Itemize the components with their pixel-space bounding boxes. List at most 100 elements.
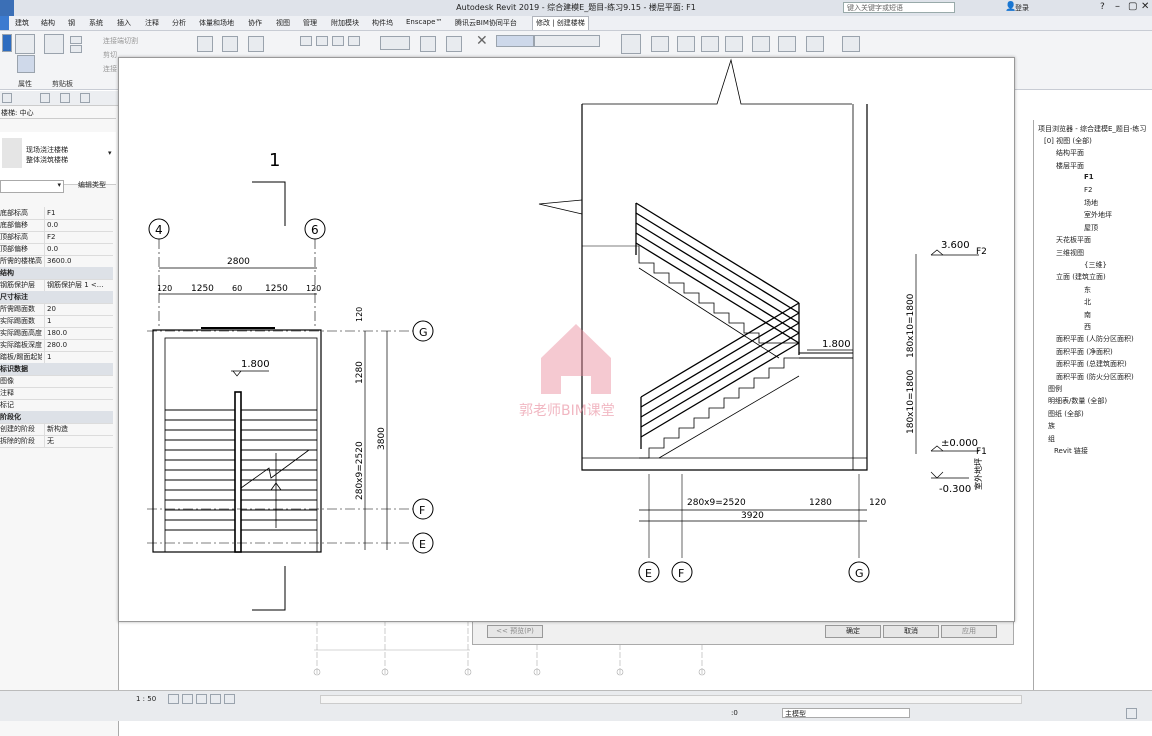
stair-3d-icon[interactable] bbox=[842, 36, 860, 52]
search-input[interactable]: 键入关键字或短语 bbox=[843, 2, 955, 13]
stair-landing-icon[interactable] bbox=[651, 36, 669, 52]
tab-systems[interactable]: 系统 bbox=[89, 18, 103, 28]
tab-analyze[interactable]: 分析 bbox=[172, 18, 186, 28]
browser-item[interactable]: 族 bbox=[1048, 421, 1055, 431]
detail-level-icon[interactable] bbox=[168, 694, 179, 704]
browser-item[interactable]: 北 bbox=[1084, 297, 1091, 307]
browser-item[interactable]: 面积平面 (人防分区面积) bbox=[1056, 334, 1134, 344]
browser-item[interactable]: 面积平面 (总建筑面积) bbox=[1056, 359, 1127, 369]
cut-icon[interactable] bbox=[70, 36, 82, 44]
filter-icon[interactable] bbox=[1126, 708, 1137, 719]
select-icon[interactable] bbox=[17, 55, 35, 73]
browser-item[interactable]: 室外地坪 bbox=[1084, 210, 1112, 220]
stair-support-icon[interactable] bbox=[677, 36, 695, 52]
browser-item[interactable]: 明细表/数量 (全部) bbox=[1048, 396, 1107, 406]
pin-icon[interactable] bbox=[420, 36, 436, 52]
property-value[interactable]: 180.0 bbox=[44, 327, 112, 339]
print-icon[interactable] bbox=[80, 93, 90, 103]
browser-item[interactable]: 天花板平面 bbox=[1056, 235, 1091, 245]
browser-item[interactable]: {三维} bbox=[1084, 260, 1107, 270]
tab-manage[interactable]: 管理 bbox=[303, 18, 317, 28]
redo-icon[interactable] bbox=[60, 93, 70, 103]
apply-dialog-button[interactable]: 应用 bbox=[941, 625, 997, 638]
property-value[interactable]: 0.0 bbox=[44, 219, 112, 231]
property-value[interactable]: F1 bbox=[44, 207, 112, 219]
tab-annotate[interactable]: 注释 bbox=[145, 18, 159, 28]
property-value[interactable]: 20 bbox=[44, 303, 112, 315]
tab-tencent[interactable]: 腾讯云BIM协同平台 bbox=[455, 18, 517, 28]
property-value[interactable]: 0.0 bbox=[44, 243, 112, 255]
move-icon[interactable] bbox=[300, 36, 312, 46]
tab-massing[interactable]: 体量和场地 bbox=[199, 18, 234, 28]
edit-sketch-icon[interactable] bbox=[778, 36, 796, 52]
tab-modify-create-stair[interactable]: 修改 | 创建楼梯 bbox=[532, 16, 589, 30]
tab-component[interactable]: 构件坞 bbox=[372, 18, 393, 28]
type-selector[interactable]: 现场浇注楼梯 整体浇筑楼梯 ▾ bbox=[0, 132, 116, 185]
browser-item[interactable]: 面积平面 (防火分区面积) bbox=[1056, 372, 1134, 382]
minimize-button[interactable]: – bbox=[1115, 1, 1120, 13]
type-filter-row[interactable]: 楼梯: 中心 bbox=[0, 108, 116, 119]
chevron-down-icon[interactable]: ▾ bbox=[108, 149, 112, 157]
instance-dropdown[interactable]: ▾ bbox=[0, 180, 64, 193]
browser-item[interactable]: 结构平面 bbox=[1056, 148, 1084, 158]
property-value[interactable]: 280.0 bbox=[44, 339, 112, 351]
measure-icon[interactable] bbox=[534, 35, 600, 47]
browser-item[interactable]: F1 bbox=[1084, 173, 1094, 181]
copy-icon[interactable] bbox=[316, 36, 328, 46]
open-icon[interactable] bbox=[2, 93, 12, 103]
rotate-icon[interactable] bbox=[332, 36, 344, 46]
view-scale[interactable]: 1 : 50 bbox=[136, 695, 156, 703]
join-icon[interactable] bbox=[70, 45, 82, 53]
sun-path-icon[interactable] bbox=[196, 694, 207, 704]
tab-architecture[interactable]: 建筑 bbox=[15, 18, 29, 28]
crop-icon[interactable] bbox=[224, 694, 235, 704]
unpin-icon[interactable] bbox=[446, 36, 462, 52]
work-plane-icon[interactable] bbox=[806, 36, 824, 52]
visual-style-icon[interactable] bbox=[182, 694, 193, 704]
tab-view[interactable]: 视图 bbox=[276, 18, 290, 28]
browser-item[interactable]: 南 bbox=[1084, 310, 1091, 320]
scale-icon[interactable] bbox=[380, 36, 410, 50]
property-row[interactable]: 拆除的阶段 无 bbox=[0, 435, 113, 448]
property-value[interactable]: 1 bbox=[44, 315, 112, 327]
join-label[interactable]: 连接 bbox=[103, 64, 117, 74]
horizontal-scrollbar[interactable] bbox=[320, 695, 1022, 704]
browser-item[interactable]: 西 bbox=[1084, 322, 1091, 332]
browser-item[interactable]: [0] 视图 (全部) bbox=[1044, 136, 1092, 146]
edit-type-button[interactable]: 编辑类型 bbox=[66, 180, 114, 191]
cope-label[interactable]: 连接端切割 bbox=[103, 36, 138, 46]
login-link[interactable]: 登录 bbox=[1015, 3, 1029, 13]
browser-item[interactable]: 三维视图 bbox=[1056, 248, 1084, 258]
model-dropdown[interactable]: 主模型 bbox=[782, 708, 910, 718]
property-value[interactable]: F2 bbox=[44, 231, 112, 243]
tab-addins[interactable]: 附加模块 bbox=[331, 18, 359, 28]
ok-button[interactable]: 确定 bbox=[825, 625, 881, 638]
tab-structure[interactable]: 结构 bbox=[41, 18, 55, 28]
stair-run-icon[interactable] bbox=[621, 34, 641, 54]
browser-item[interactable]: 楼层平面 bbox=[1056, 161, 1084, 171]
property-value[interactable]: 无 bbox=[44, 435, 112, 447]
cut-label[interactable]: 剪切 bbox=[103, 50, 117, 60]
convert-icon[interactable] bbox=[752, 36, 770, 52]
flip-icon[interactable] bbox=[701, 36, 719, 52]
browser-item[interactable]: 组 bbox=[1048, 434, 1055, 444]
browser-item[interactable]: 东 bbox=[1084, 285, 1091, 295]
cancel-button[interactable]: 取消 bbox=[883, 625, 939, 638]
mirror-icon[interactable] bbox=[248, 36, 264, 52]
delete-icon[interactable]: ✕ bbox=[476, 33, 488, 49]
browser-item[interactable]: 立面 (建筑立面) bbox=[1056, 272, 1106, 282]
offset-icon[interactable] bbox=[222, 36, 238, 52]
help-icon[interactable]: ? bbox=[1100, 2, 1105, 12]
modify-tab-marker[interactable] bbox=[0, 16, 9, 30]
align-icon[interactable] bbox=[197, 36, 213, 52]
undo-icon[interactable] bbox=[40, 93, 50, 103]
close-button[interactable]: ✕ bbox=[1141, 1, 1149, 13]
tab-insert[interactable]: 插入 bbox=[117, 18, 131, 28]
array-icon[interactable] bbox=[348, 36, 360, 46]
property-value[interactable]: 新构造 bbox=[44, 423, 112, 435]
browser-item[interactable]: Revit 链接 bbox=[1054, 446, 1088, 456]
tab-steel[interactable]: 钢 bbox=[68, 18, 75, 28]
preview-button[interactable]: << 预览(P) bbox=[487, 625, 543, 638]
tab-enscape[interactable]: Enscape™ bbox=[406, 18, 442, 26]
property-value[interactable]: 钢筋保护层 1 <... bbox=[44, 279, 112, 291]
